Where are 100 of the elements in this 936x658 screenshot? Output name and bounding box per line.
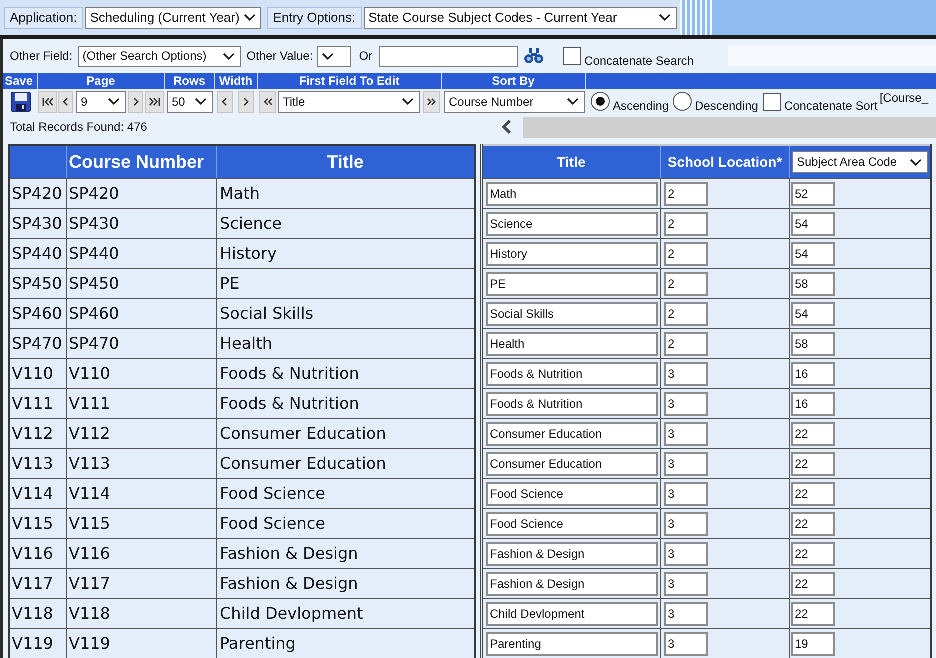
text-field[interactable]: 2 (664, 272, 708, 296)
text-field[interactable]: 3 (664, 452, 708, 476)
text-field[interactable]: 16 (791, 392, 835, 416)
table-cell: SP460 (10, 299, 67, 328)
table-cell: SP450 (10, 269, 67, 298)
table-cell: V118 (67, 599, 217, 628)
table-cell: SP440 (10, 239, 67, 268)
table-cell: V117 (67, 569, 217, 598)
last-page-button[interactable] (145, 90, 164, 112)
text-field[interactable]: 2 (664, 242, 708, 266)
table-cell: SP470 (67, 329, 217, 358)
text-field[interactable]: 22 (791, 572, 835, 596)
text-field[interactable]: 22 (791, 482, 835, 506)
toolbar-heading: Sort By (442, 73, 586, 89)
text-field[interactable]: 2 (664, 212, 708, 236)
table-cell: SP450 (67, 269, 217, 298)
narrower-button[interactable] (217, 90, 233, 112)
text-field[interactable]: 22 (791, 422, 835, 446)
text-field[interactable]: 22 (791, 602, 835, 626)
binoculars-icon[interactable] (524, 47, 544, 65)
text-field[interactable]: Consumer Education (486, 422, 658, 446)
text-field[interactable]: Food Science (486, 482, 658, 506)
checkbox[interactable] (763, 92, 782, 110)
radio-button[interactable] (673, 92, 692, 111)
scrollbar-track[interactable] (523, 116, 936, 138)
text-field[interactable]: Consumer Education (486, 452, 658, 476)
input-field[interactable] (378, 46, 518, 66)
table-cell: Math (217, 179, 474, 208)
other-value-select[interactable] (317, 46, 352, 66)
text-field[interactable]: 58 (791, 332, 835, 356)
text-field[interactable]: 3 (664, 602, 708, 626)
text-field[interactable]: Foods & Nutrition (486, 362, 658, 386)
first-page-button[interactable] (38, 90, 57, 112)
text-field[interactable]: History (486, 242, 658, 266)
text-field[interactable]: 22 (791, 512, 835, 536)
text-field[interactable]: Fashion & Design (486, 542, 658, 566)
text-field[interactable]: Child Devlopment (486, 602, 658, 626)
table-cell: V114 (10, 479, 67, 508)
text-field[interactable]: 54 (791, 242, 835, 266)
text-field[interactable]: 22 (791, 452, 835, 476)
text-field[interactable]: Foods & Nutrition (486, 392, 658, 416)
table-cell: Health (217, 329, 474, 358)
application-select[interactable]: Scheduling (Current Year) (85, 6, 262, 28)
previous-field-button[interactable] (259, 90, 276, 112)
table-cell: Child Devlopment (217, 599, 474, 628)
text-field[interactable]: Fashion & Design (486, 572, 658, 596)
text-field[interactable]: Health (486, 332, 658, 356)
text-field[interactable]: Social Skills (486, 302, 658, 326)
text-field[interactable]: 3 (664, 362, 708, 386)
text-field[interactable]: Food Science (486, 512, 658, 536)
checkbox[interactable] (562, 47, 581, 65)
chevron-down-icon (402, 98, 414, 105)
text-field[interactable]: 3 (664, 422, 708, 446)
text-field[interactable]: Math (486, 182, 658, 206)
text-field[interactable]: 2 (664, 332, 708, 356)
field-label: Or (359, 48, 373, 65)
radio-button[interactable] (591, 92, 610, 111)
chevron-left-icon[interactable] (500, 119, 514, 135)
text-field[interactable]: 52 (791, 182, 835, 206)
text-field[interactable]: 3 (664, 632, 708, 656)
chevron-down-icon (244, 14, 256, 21)
chevron-down-icon (910, 158, 922, 166)
column-select[interactable]: Subject Area Code (792, 151, 928, 173)
text-field[interactable]: PE (486, 272, 658, 296)
last-page-icon (148, 96, 160, 106)
field-label: Other Field: (10, 48, 73, 65)
first-field-select[interactable]: Title (278, 90, 420, 112)
text-field[interactable]: 2 (664, 182, 708, 206)
column-header[interactable]: Course Number (67, 146, 217, 178)
other-field-select[interactable]: (Other Search Options) (78, 46, 241, 66)
total-records-text: Total Records Found: 476 (10, 119, 148, 136)
next-field-button[interactable] (423, 90, 440, 112)
wider-button[interactable] (238, 90, 254, 112)
text-field[interactable]: 3 (664, 512, 708, 536)
text-field[interactable]: Science (486, 212, 658, 236)
text-field[interactable]: 3 (664, 392, 708, 416)
next-page-button[interactable] (128, 90, 143, 112)
text-field[interactable]: Parenting (486, 632, 658, 656)
sort-by-select[interactable]: Course Number (444, 90, 585, 112)
header-stripes (680, 0, 712, 35)
table-cell: SP430 (67, 209, 217, 238)
text-field[interactable]: 2 (664, 302, 708, 326)
page-select[interactable]: 9 (76, 90, 126, 112)
text-field[interactable]: 54 (791, 212, 835, 236)
column-header[interactable]: Title (217, 146, 474, 178)
text-field[interactable]: 19 (791, 632, 835, 656)
text-field[interactable]: 54 (791, 302, 835, 326)
table-cell: Consumer Education (217, 419, 474, 448)
double-chevron-left-icon (262, 96, 274, 106)
previous-page-button[interactable] (58, 90, 73, 112)
text-field[interactable]: 3 (664, 572, 708, 596)
text-field[interactable]: 16 (791, 362, 835, 386)
table-cell: Foods & Nutrition (217, 359, 474, 388)
text-field[interactable]: 3 (664, 542, 708, 566)
text-field[interactable]: 3 (664, 482, 708, 506)
text-field[interactable]: 22 (791, 542, 835, 566)
rows-select[interactable]: 50 (167, 90, 213, 112)
entry-options-select[interactable]: State Course Subject Codes - Current Year (364, 6, 677, 28)
text-field[interactable]: 58 (791, 272, 835, 296)
checkbox-label: Concatenate Search (584, 53, 694, 70)
